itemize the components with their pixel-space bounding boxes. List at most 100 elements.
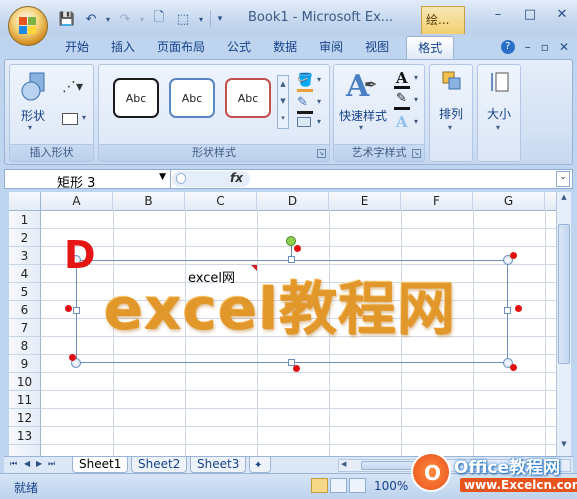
name-box[interactable]: 矩形 3 ▼ (9, 170, 171, 191)
wordart-text[interactable]: excel教程网 (103, 277, 455, 339)
print-preview-icon[interactable]: 🗋 (148, 9, 170, 29)
vertical-scrollbar[interactable]: ▲ ▼ (556, 192, 571, 456)
row-header[interactable]: 2 (9, 229, 41, 247)
prev-sheet-icon[interactable]: ◀ (24, 459, 30, 468)
worksheet-grid[interactable]: A B C D E F G 1 2 3 4 5 6 7 8 9 10 11 12… (9, 192, 566, 456)
tab-format[interactable]: 格式 (406, 36, 455, 60)
shape-outline-dropdown-icon[interactable]: ▾ (317, 97, 321, 106)
gallery-scroll[interactable]: ▲ ▼ ▾ (277, 75, 289, 129)
shape-style-sample-1[interactable]: Abc (113, 78, 159, 118)
scroll-up-icon[interactable]: ▲ (558, 193, 570, 206)
redo-icon[interactable]: ↷ (114, 9, 136, 29)
column-header[interactable]: C (185, 192, 257, 211)
row-header[interactable]: 6 (9, 301, 41, 319)
tab-data[interactable]: 数据 (262, 36, 308, 60)
arrange-button-label[interactable]: 排列 (434, 105, 468, 122)
sheet-tab[interactable]: Sheet1 (72, 457, 129, 473)
sheet-tab[interactable]: Sheet3 (190, 457, 247, 473)
drawing-tools-tab[interactable]: 绘... (421, 6, 465, 34)
row-header[interactable]: 12 (9, 409, 41, 427)
tab-home[interactable]: 开始 (54, 36, 100, 60)
minimize-icon[interactable]: – (489, 7, 507, 22)
customize-toolbar-icon[interactable]: ▾ (196, 9, 206, 29)
row-header[interactable]: 5 (9, 283, 41, 301)
edit-shape-icon[interactable]: ⋰▾ (62, 79, 83, 95)
scroll-left-icon[interactable]: ◀ (341, 460, 346, 468)
text-outline-dropdown-icon[interactable]: ▾ (414, 95, 418, 104)
shape-effects-icon[interactable] (297, 117, 311, 127)
row-header[interactable]: 8 (9, 337, 41, 355)
shapes-icon[interactable] (20, 71, 50, 103)
close-icon[interactable]: ✕ (553, 7, 571, 22)
undo-icon[interactable]: ↶ (80, 9, 102, 29)
page-break-view-icon[interactable] (349, 478, 366, 493)
redo-dropdown-icon[interactable]: ▾ (138, 9, 146, 29)
tab-review[interactable]: 审阅 (308, 36, 354, 60)
row-header[interactable] (9, 445, 41, 456)
shape-fill-dropdown-icon[interactable]: ▾ (317, 75, 321, 84)
formula-handle-icon[interactable] (176, 173, 186, 184)
formula-input[interactable] (251, 170, 551, 188)
size-icon[interactable] (490, 71, 510, 93)
column-header[interactable]: E (329, 192, 401, 211)
shape-effects-dropdown-icon[interactable]: ▾ (317, 117, 321, 126)
row-header[interactable]: 1 (9, 211, 41, 229)
select-all-corner[interactable] (9, 192, 41, 211)
tab-view[interactable]: 视图 (354, 36, 400, 60)
column-header[interactable]: G (473, 192, 545, 211)
rotation-handle[interactable] (286, 236, 296, 246)
tab-page-layout[interactable]: 页面布局 (146, 36, 216, 60)
shapes-button-label[interactable]: 形状 (16, 107, 50, 124)
row-header[interactable]: 11 (9, 391, 41, 409)
arrange-dropdown-icon[interactable]: ▾ (448, 123, 452, 132)
undo-dropdown-icon[interactable]: ▾ (104, 9, 112, 29)
ribbon-restore-icon[interactable]: ▫ (541, 40, 549, 54)
more-icon[interactable]: ▾ (215, 9, 225, 29)
arrange-icon[interactable] (442, 71, 462, 91)
shape-outline-icon[interactable]: ✎ (297, 95, 308, 110)
vertical-scroll-thumb[interactable] (558, 224, 570, 364)
save-icon[interactable]: 💾 (56, 9, 78, 29)
text-outline-icon[interactable]: ✎ (396, 91, 407, 106)
row-header[interactable]: 13 (9, 427, 41, 445)
ribbon-minimize-icon[interactable]: – (525, 40, 531, 54)
zoom-level[interactable]: 100% (374, 479, 408, 493)
sheet-tab[interactable]: Sheet2 (131, 457, 188, 473)
shape-icon[interactable]: ⬚ (172, 9, 194, 29)
normal-view-icon[interactable] (311, 478, 328, 493)
size-dropdown-icon[interactable]: ▾ (496, 123, 500, 132)
row-header[interactable]: 9 (9, 355, 41, 373)
shape-fill-icon[interactable]: 🪣 (297, 73, 313, 88)
shapes-dropdown-icon[interactable]: ▾ (28, 123, 32, 132)
text-effects-dropdown-icon[interactable]: ▾ (414, 117, 418, 126)
office-button[interactable] (8, 6, 48, 46)
name-box-dropdown-icon[interactable]: ▼ (159, 172, 166, 182)
row-header[interactable]: 4 (9, 265, 41, 283)
wordart-quick-style-label[interactable]: 快速样式 (336, 107, 390, 124)
text-fill-icon[interactable]: A (396, 69, 408, 87)
shape-styles-launcher-icon[interactable]: ↘ (317, 149, 326, 158)
insert-sheet-button[interactable]: ✦ (249, 457, 271, 473)
textbox-dropdown-icon[interactable]: ▾ (82, 113, 86, 122)
scroll-down-icon[interactable]: ▼ (558, 440, 570, 453)
row-header[interactable]: 3 (9, 247, 41, 265)
size-button-label[interactable]: 大小 (482, 105, 516, 122)
column-header[interactable]: A (41, 192, 113, 211)
resize-handle-right[interactable] (504, 307, 511, 314)
next-sheet-icon[interactable]: ▶ (36, 459, 42, 468)
first-sheet-icon[interactable]: ⏮ (10, 459, 17, 469)
text-fill-dropdown-icon[interactable]: ▾ (414, 73, 418, 82)
resize-handle-top[interactable] (288, 256, 295, 263)
column-header[interactable]: B (113, 192, 185, 211)
shape-style-sample-2[interactable]: Abc (169, 78, 215, 118)
tab-formulas[interactable]: 公式 (216, 36, 262, 60)
textbox-icon[interactable] (62, 113, 78, 125)
row-header[interactable]: 7 (9, 319, 41, 337)
ribbon-close-icon[interactable]: ✕ (559, 40, 569, 54)
insert-function-button[interactable]: fx (230, 171, 243, 185)
wordart-quick-style-dropdown-icon[interactable]: ▾ (359, 123, 363, 132)
column-header[interactable]: F (401, 192, 473, 211)
tab-insert[interactable]: 插入 (100, 36, 146, 60)
text-effects-icon[interactable]: A (396, 113, 408, 131)
last-sheet-icon[interactable]: ⏭ (48, 459, 55, 469)
